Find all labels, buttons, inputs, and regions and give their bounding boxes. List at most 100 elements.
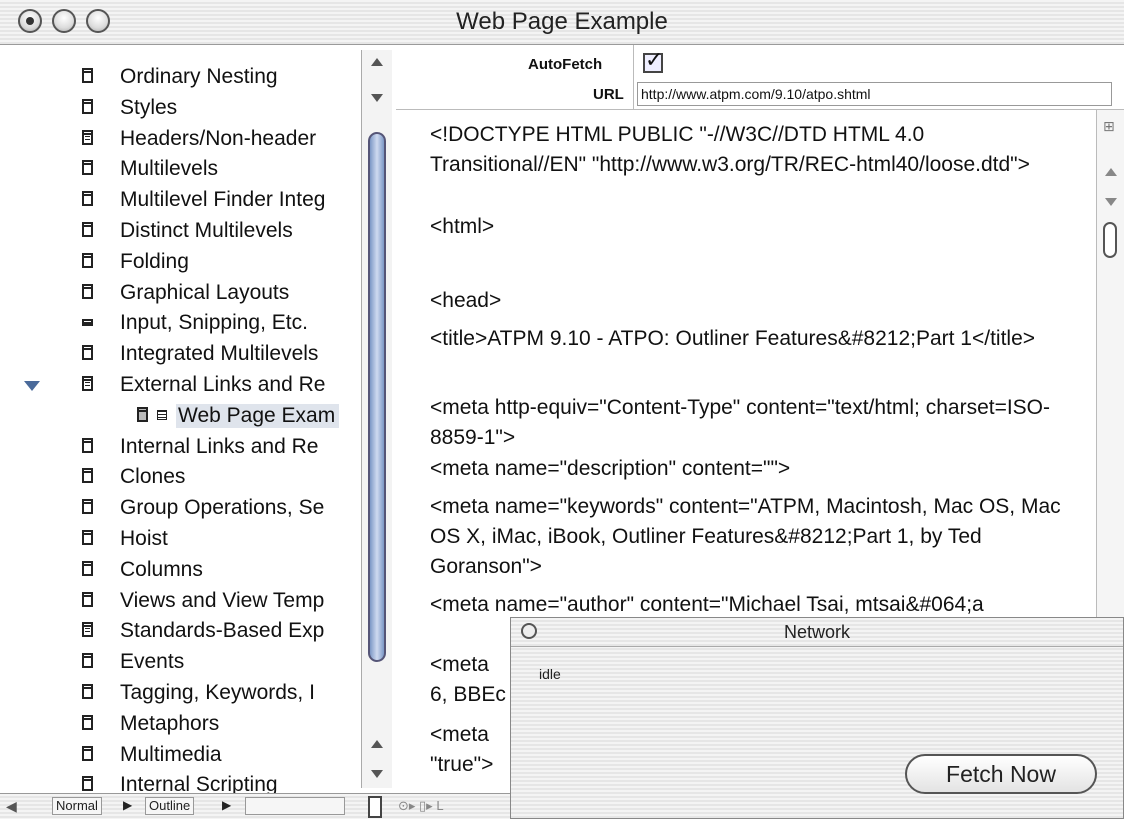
outline-row[interactable]: Styles	[0, 94, 360, 125]
outline-item-label: Ordinary Nesting	[120, 65, 278, 88]
checkmark-icon: ✓	[645, 47, 664, 72]
outline-row[interactable]: Events	[0, 648, 360, 679]
outline-item-label: Styles	[120, 96, 178, 119]
outline-row[interactable]: Integrated Multilevels	[0, 340, 360, 371]
outline-row[interactable]: Web Page Exam	[0, 402, 360, 433]
outline-row[interactable]: Tagging, Keywords, I	[0, 679, 360, 710]
scroll-up-arrow-icon[interactable]	[1105, 168, 1117, 176]
source-scroll-thumb[interactable]	[1103, 222, 1117, 258]
scroll-down-arrow-icon[interactable]	[371, 94, 383, 102]
url-field[interactable]	[637, 82, 1112, 106]
outline-row[interactable]: Ordinary Nesting	[0, 63, 360, 94]
outline-row[interactable]: External Links and Re	[0, 371, 360, 402]
document-icon	[82, 653, 93, 668]
view-mode-label: Normal	[56, 798, 98, 813]
fetch-now-button[interactable]: Fetch Now	[905, 754, 1097, 794]
outline-item-label: Integrated Multilevels	[120, 342, 319, 365]
source-line: <!DOCTYPE HTML PUBLIC "-//W3C//DTD HTML …	[430, 123, 1030, 176]
outline-item-label: Columns	[120, 558, 203, 581]
outline-row[interactable]: Metaphors	[0, 710, 360, 741]
scroll-down-arrow-icon[interactable]	[371, 770, 383, 778]
outline-mode-label: Outline	[149, 798, 191, 813]
document-icon	[82, 530, 93, 545]
document-icon	[82, 99, 93, 114]
outline-row[interactable]: Multilevel Finder Integ	[0, 186, 360, 217]
split-icon[interactable]: ⊞	[1103, 118, 1115, 135]
outline-item-label: Hoist	[120, 527, 168, 550]
outline-item-label: Multimedia	[120, 743, 222, 766]
network-palette: Network idle Fetch Now	[510, 617, 1124, 819]
disclosure-triangle-icon[interactable]	[24, 381, 40, 391]
outline-item-label: Web Page Exam	[176, 404, 340, 428]
outline-row[interactable]: Folding	[0, 248, 360, 279]
outline-row[interactable]: Columns	[0, 556, 360, 587]
horizontal-scrollbar[interactable]	[245, 797, 345, 815]
outline-row[interactable]: Multimedia	[0, 741, 360, 772]
outliner-window: Web Page Example Ordinary Nesting Styles H…	[0, 0, 1124, 819]
outline-scrollbar[interactable]	[361, 50, 392, 788]
url-label: URL	[593, 86, 624, 103]
outline-row[interactable]: Headers/Non-header	[0, 125, 360, 156]
document-icon	[82, 345, 93, 360]
outline-row[interactable]: Standards-Based Exp	[0, 617, 360, 648]
network-palette-title: Network	[783, 622, 850, 642]
outline-row[interactable]: Hoist	[0, 525, 360, 556]
source-line: <meta name="description" content="">	[430, 457, 791, 480]
source-line: <meta http-equiv="Content-Type" content=…	[430, 396, 1051, 449]
document-icon	[82, 715, 93, 730]
outline-row[interactable]: Internal Scripting	[0, 771, 360, 793]
outline-item-label: Group Operations, Se	[120, 496, 325, 519]
document-icon	[82, 253, 93, 268]
outline-mode-popup[interactable]: Outline	[145, 797, 195, 815]
scroll-up-arrow-icon[interactable]	[371, 58, 383, 66]
source-line: <title>ATPM 9.10 - ATPO: Outliner Featur…	[430, 327, 1036, 350]
popup-arrow-icon: ▶	[222, 798, 232, 812]
autofetch-checkbox[interactable]: ✓	[643, 49, 663, 73]
source-line: <meta name="author" content="Michael Tsa…	[430, 593, 984, 616]
outline-scroll-thumb[interactable]	[368, 132, 386, 662]
document-icon	[82, 191, 93, 206]
web-page-icon	[137, 407, 148, 422]
outline-item-label: Internal Links and Re	[120, 435, 319, 458]
outline-pane: Ordinary Nesting Styles Headers/Non-header…	[0, 45, 394, 793]
scroll-up-arrow-icon[interactable]	[371, 740, 383, 748]
document-icon	[82, 561, 93, 576]
source-line: <html>	[430, 215, 495, 238]
field-divider	[633, 45, 634, 109]
outline-row[interactable]: Internal Links and Re	[0, 433, 360, 464]
outline-item-label: Tagging, Keywords, I	[120, 681, 315, 704]
outline-item-label: Headers/Non-header	[120, 127, 317, 150]
outline-item-label: Standards-Based Exp	[120, 619, 325, 642]
document-filled-icon	[82, 130, 93, 145]
outline-item-label: External Links and Re	[120, 373, 326, 396]
outline-item-label: Graphical Layouts	[120, 281, 290, 304]
outline-row[interactable]: Graphical Layouts	[0, 279, 360, 310]
link-icon	[157, 410, 167, 420]
document-icon	[82, 684, 93, 699]
document-icon	[82, 68, 93, 83]
document-icon	[82, 746, 93, 761]
outline-row[interactable]: Views and View Temp	[0, 587, 360, 618]
outline-item-label: Distinct Multilevels	[120, 219, 293, 242]
source-scrollbar[interactable]: ⊞	[1096, 110, 1124, 620]
outline-row[interactable]: Distinct Multilevels	[0, 217, 360, 248]
outline-row[interactable]: Input, Snipping, Etc.	[0, 309, 360, 340]
pane-splitter[interactable]	[368, 796, 382, 818]
document-icon	[82, 776, 93, 791]
view-mode-popup[interactable]: Normal	[52, 797, 102, 815]
network-palette-titlebar: Network	[511, 618, 1123, 647]
source-line: <head>	[430, 289, 502, 312]
outline-item-label: Internal Scripting	[120, 773, 278, 793]
link-icon[interactable]: ⊙▸ ▯▸ L	[398, 798, 444, 814]
outline-item-label: Input, Snipping, Etc.	[120, 311, 308, 334]
outline-row[interactable]: Group Operations, Se	[0, 494, 360, 525]
outline-item-label: Events	[120, 650, 185, 673]
document-filled-icon	[82, 376, 93, 391]
back-arrow-icon[interactable]: ◀	[6, 798, 17, 815]
document-icon	[82, 284, 93, 299]
outline-row[interactable]: Clones	[0, 463, 360, 494]
document-icon	[82, 160, 93, 175]
outline-item-label: Multilevels	[120, 157, 219, 180]
outline-row[interactable]: Multilevels	[0, 155, 360, 186]
scroll-down-arrow-icon[interactable]	[1105, 198, 1117, 206]
